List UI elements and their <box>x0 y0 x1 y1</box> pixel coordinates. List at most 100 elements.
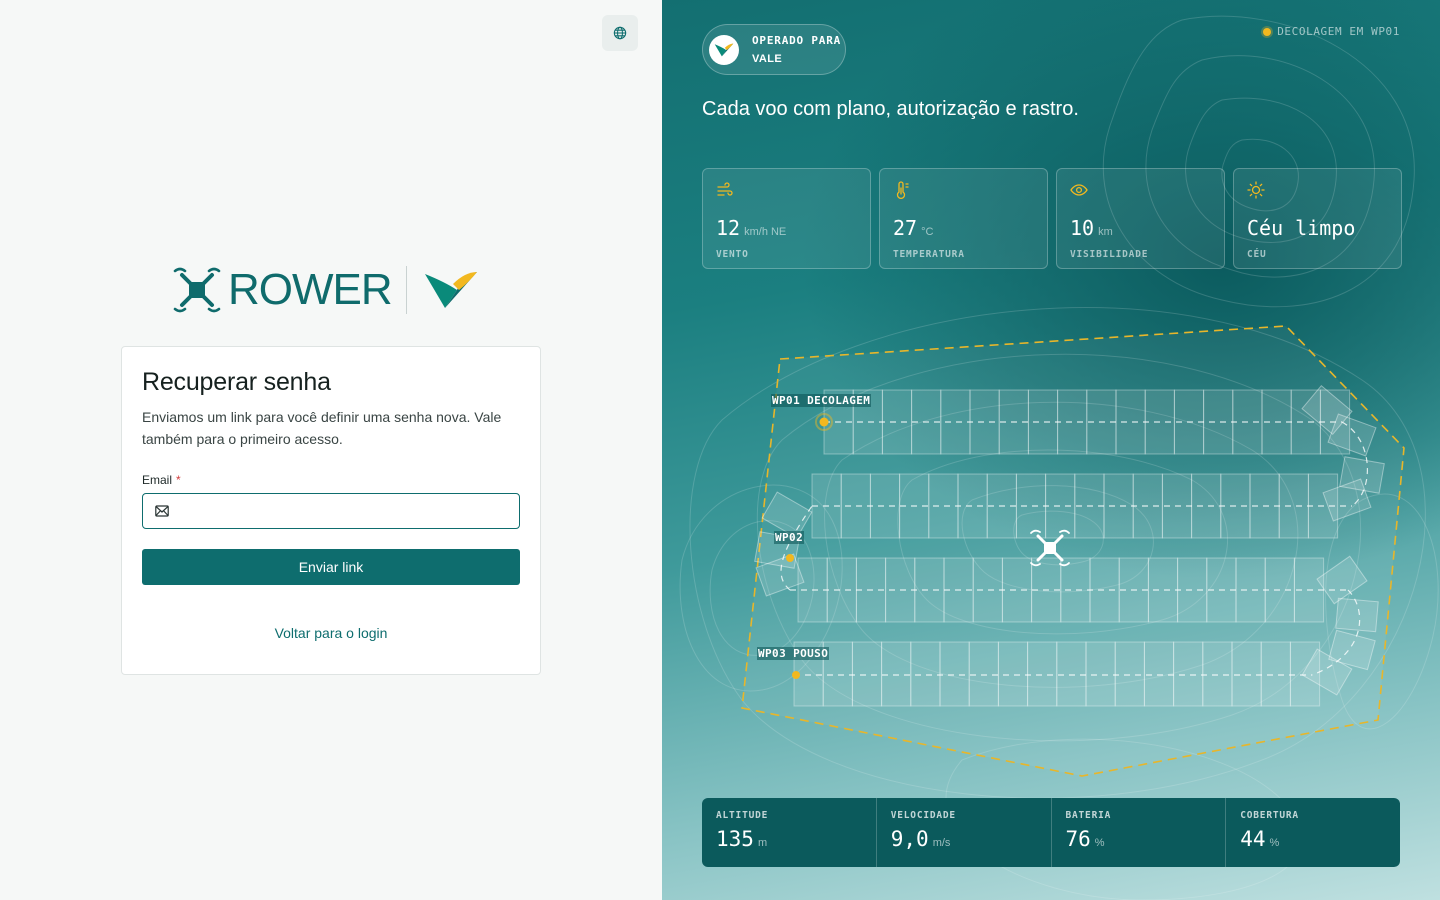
email-input[interactable] <box>177 496 519 526</box>
altitude-unit: m <box>757 837 768 849</box>
survey-tile <box>1191 473 1222 539</box>
wind-icon <box>717 182 733 196</box>
survey-tile <box>1103 473 1134 539</box>
flight-status-text: DECOLAGEM EM WP01 <box>1277 25 1400 38</box>
telemetry-altitude: ALTITUDE 135 m <box>702 798 877 867</box>
operator-name: VALE <box>752 52 783 65</box>
survey-tile <box>851 641 883 707</box>
brand-name: ROWER <box>228 265 393 314</box>
survey-tile <box>939 641 970 707</box>
sky-label: CÉU <box>1247 249 1267 260</box>
survey-tile <box>1260 641 1291 707</box>
page-title: Recuperar senha <box>142 368 331 396</box>
waypoint-wp03-marker <box>792 671 800 679</box>
survey-tile <box>1278 473 1309 539</box>
survey-tile <box>1231 641 1262 707</box>
weather-card-visibility: 10 km VISIBILIDADE <box>1056 168 1225 269</box>
recover-password-card: Recuperar senha Enviamos um link para vo… <box>121 346 541 675</box>
operator-badge: OPERADO PARA VALE <box>702 24 846 75</box>
visibility-unit: km <box>1098 226 1113 238</box>
battery-label: BATERIA <box>1065 810 1112 821</box>
operator-caption: OPERADO PARA <box>752 33 842 47</box>
survey-tile <box>1202 641 1233 707</box>
survey-tile <box>1015 473 1047 539</box>
globe-icon <box>613 26 627 40</box>
waypoint-wp02-marker <box>786 554 794 562</box>
back-to-login-link[interactable]: Voltar para o login <box>142 625 520 641</box>
survey-tile <box>1056 641 1087 707</box>
survey-tile <box>1203 389 1234 455</box>
survey-tile <box>1143 641 1175 707</box>
waypoint-wp01-marker <box>819 417 829 427</box>
telemetry-coverage: COBERTURA 44% <box>1226 798 1400 867</box>
email-label: Email * <box>142 473 520 487</box>
hero-headline: Cada voo com plano, autorização e rastro… <box>702 98 1079 120</box>
email-label-text: Email <box>142 473 173 487</box>
login-pane: ROWER Recuperar senha Enviamos um link p… <box>0 0 662 900</box>
survey-tile <box>826 557 857 623</box>
vale-logo-icon <box>424 272 477 308</box>
temperature-value: 27 <box>893 216 918 240</box>
survey-tile <box>968 641 999 707</box>
waypoint-wp03-label: WP03 POUSO <box>757 647 830 660</box>
mail-icon <box>155 505 169 517</box>
temperature-unit: °C <box>921 226 934 238</box>
wind-unit: km/h NE <box>744 226 787 238</box>
coverage-label: COBERTURA <box>1240 810 1299 821</box>
hero-pane: OPERADO PARA VALE DECOLAGEM EM WP01 Cada… <box>662 0 1440 900</box>
survey-tile <box>1115 389 1146 455</box>
vale-mini-icon <box>714 43 734 56</box>
altitude-value: 135 <box>716 827 754 851</box>
survey-tile <box>910 641 941 707</box>
survey-tile <box>1001 557 1033 623</box>
language-button[interactable] <box>602 15 638 51</box>
speed-label: VELOCIDADE <box>890 810 956 821</box>
waypoint-wp01-label: WP01 DECOLAGEM <box>771 394 872 407</box>
altitude-label: ALTITUDE <box>716 810 769 821</box>
sky-value: Céu limpo <box>1247 216 1356 240</box>
survey-tile <box>1085 641 1116 707</box>
operator-text: OPERADO PARA VALE <box>752 32 841 68</box>
speed-unit: m/s <box>932 837 951 849</box>
survey-tile <box>1173 641 1204 707</box>
eye-icon <box>1070 184 1088 196</box>
speed-value: 9,0 <box>890 827 929 851</box>
wind-label: VENTO <box>716 249 749 260</box>
form-description: Enviamos um link para você definir uma s… <box>142 409 502 447</box>
survey-tile <box>997 641 1029 707</box>
flight-status: DECOLAGEM EM WP01 <box>1263 25 1400 38</box>
survey-tile <box>1027 641 1058 707</box>
telemetry-speed: VELOCIDADE 9,0 m/s <box>877 798 1052 867</box>
brand-logo: ROWER <box>172 264 479 316</box>
visibility-label: VISIBILIDADE <box>1070 249 1149 260</box>
weather-card-temperature: 27 °C TEMPERATURA <box>879 168 1048 269</box>
thermometer-icon <box>896 181 909 200</box>
status-dot-icon <box>1263 27 1272 36</box>
survey-tile <box>1027 389 1059 455</box>
survey-tile <box>881 641 912 707</box>
send-link-button[interactable]: Enviar link <box>142 549 520 585</box>
battery-value: 76 <box>1065 827 1091 851</box>
telemetry-battery: BATERIA 76% <box>1052 798 1227 867</box>
vale-badge-logo <box>709 34 739 65</box>
email-field[interactable] <box>142 493 520 529</box>
survey-tile <box>881 389 913 455</box>
weather-cards: 12 km/h NE VENTO 27 °C TEMPERATURA 10 km VI… <box>702 168 1402 269</box>
temperature-label: TEMPERATURA <box>893 249 965 260</box>
flight-plan-map <box>741 325 1405 777</box>
weather-card-wind: 12 km/h NE VENTO <box>702 168 871 269</box>
weather-card-sky: Céu limpo CÉU <box>1233 168 1402 269</box>
wind-value: 12 <box>716 216 741 240</box>
survey-tile <box>1147 557 1179 623</box>
waypoint-wp02-label: WP02 <box>774 531 805 544</box>
coverage-unit: % <box>1269 837 1280 849</box>
required-mark: * <box>176 473 181 487</box>
survey-tile <box>869 473 901 539</box>
survey-tile <box>1114 641 1145 707</box>
visibility-value: 10 <box>1070 216 1095 240</box>
coverage-value: 44 <box>1240 827 1266 851</box>
drone-logo-icon <box>173 267 221 313</box>
logo-divider <box>405 266 407 314</box>
survey-tile <box>1235 557 1266 623</box>
survey-tile <box>914 557 945 623</box>
